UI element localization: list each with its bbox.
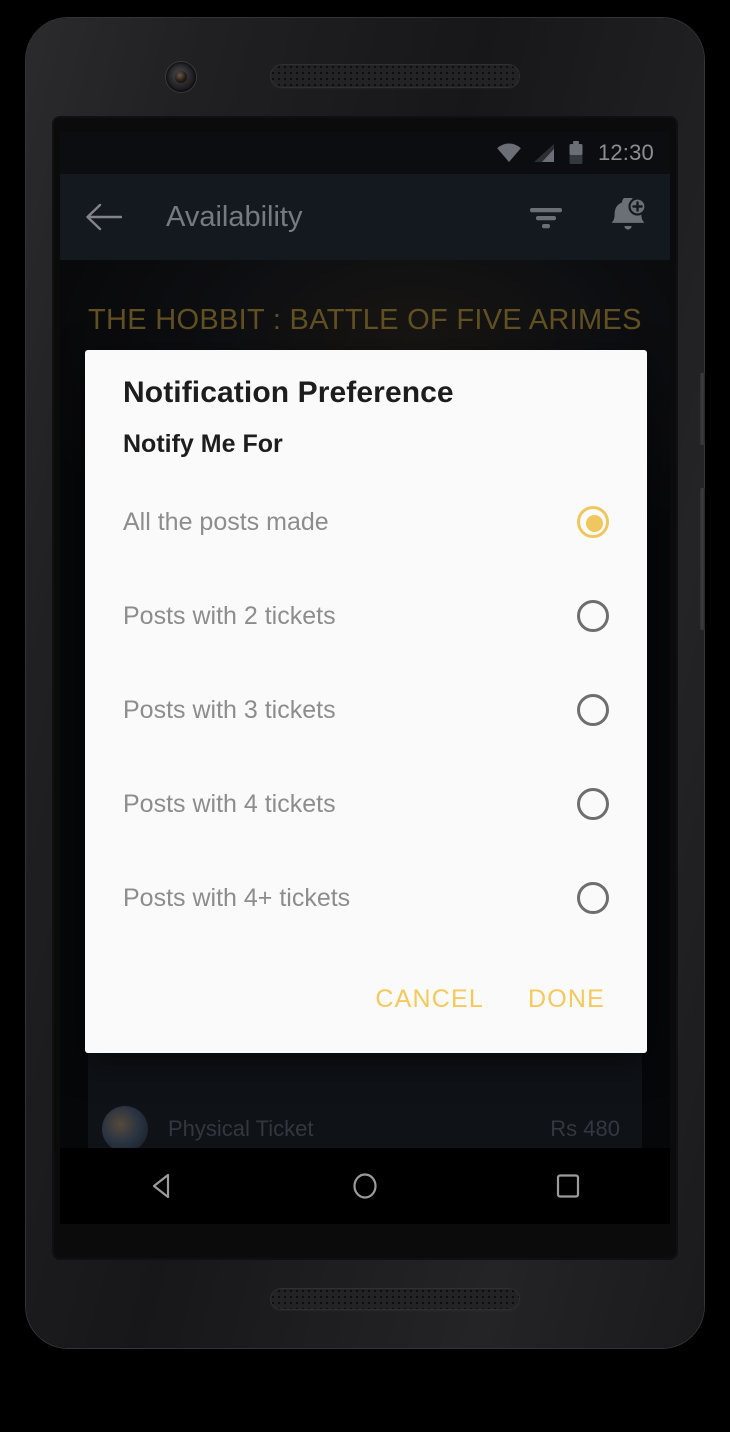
option-row-4plus-tickets[interactable]: Posts with 4+ tickets [123, 851, 609, 945]
option-row-3-tickets[interactable]: Posts with 3 tickets [123, 663, 609, 757]
dialog-subtitle: Notify Me For [123, 430, 609, 459]
radio-button-icon[interactable] [577, 694, 609, 726]
radio-button-selected-icon[interactable] [577, 506, 609, 538]
front-camera-icon [166, 62, 196, 92]
option-label: Posts with 2 tickets [123, 602, 336, 631]
option-label: Posts with 4+ tickets [123, 884, 350, 913]
phone-screen: 12:30 Availability THE HOBBIT : BATTLE O… [60, 132, 670, 1224]
option-row-all-posts[interactable]: All the posts made [123, 475, 609, 569]
nav-home-icon[interactable] [348, 1169, 382, 1203]
earpiece-speaker-grille [270, 64, 520, 88]
option-row-2-tickets[interactable]: Posts with 2 tickets [123, 569, 609, 663]
power-button[interactable] [700, 373, 705, 445]
cancel-button[interactable]: CANCEL [375, 985, 484, 1014]
nav-recents-icon[interactable] [551, 1169, 585, 1203]
bottom-speaker-grille [270, 1288, 520, 1310]
option-label: Posts with 4 tickets [123, 790, 336, 819]
notification-options-list: All the posts made Posts with 2 tickets … [123, 475, 609, 945]
option-label: All the posts made [123, 508, 329, 537]
notification-preference-dialog: Notification Preference Notify Me For Al… [85, 350, 647, 1053]
nav-back-icon[interactable] [145, 1169, 179, 1203]
done-button[interactable]: DONE [528, 985, 605, 1014]
dialog-title: Notification Preference [123, 376, 609, 410]
radio-button-icon[interactable] [577, 882, 609, 914]
volume-rocker-button[interactable] [700, 488, 705, 630]
dialog-actions: CANCEL DONE [123, 945, 609, 1053]
android-navigation-bar [60, 1148, 670, 1224]
option-label: Posts with 3 tickets [123, 696, 336, 725]
radio-button-icon[interactable] [577, 600, 609, 632]
option-row-4-tickets[interactable]: Posts with 4 tickets [123, 757, 609, 851]
radio-button-icon[interactable] [577, 788, 609, 820]
